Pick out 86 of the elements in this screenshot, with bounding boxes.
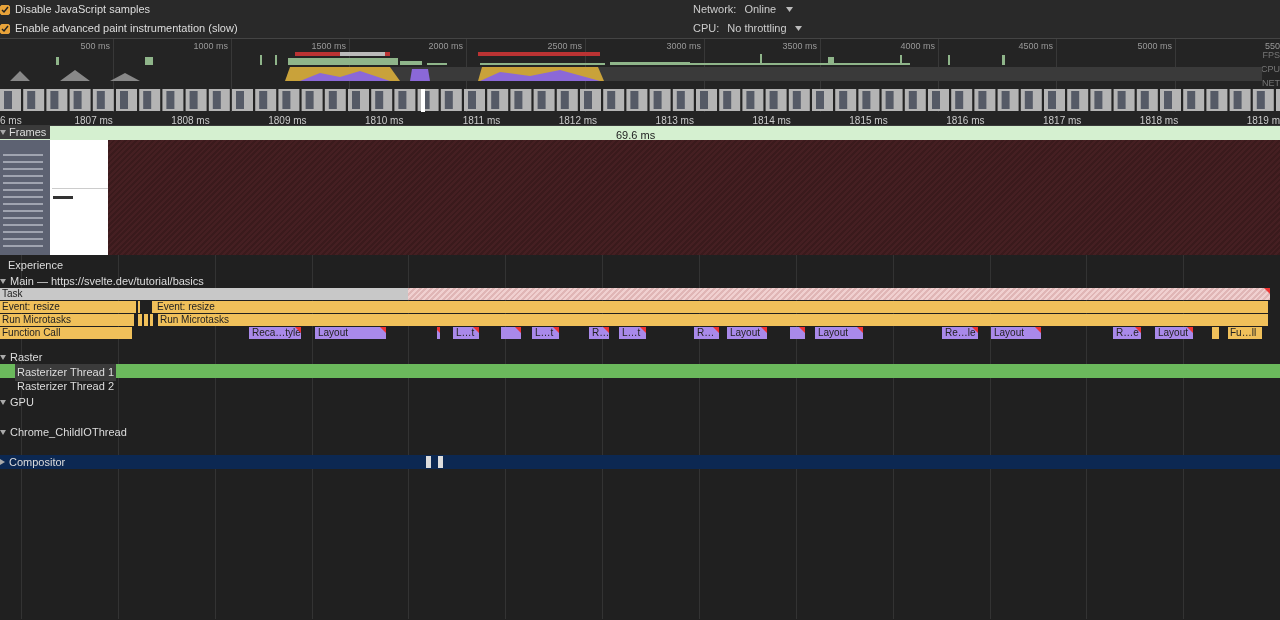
layout-bar[interactable]: R…: [694, 327, 719, 339]
frame-duration: 69.6 ms: [616, 128, 656, 143]
event-bar[interactable]: Function Call: [0, 327, 132, 339]
time-tick: 4000 ms: [900, 40, 935, 53]
checkbox[interactable]: [0, 4, 10, 15]
layout-bar[interactable]: [790, 327, 805, 339]
time-tick: 2500 ms: [547, 40, 582, 53]
time-label: 1810 ms: [365, 114, 404, 128]
time-tick: 3000 ms: [666, 40, 701, 53]
event-bar: [438, 456, 443, 468]
task-bar[interactable]: Task: [0, 288, 408, 300]
lane-label: CPU: [1261, 64, 1280, 74]
time-tick: 1000 ms: [193, 40, 228, 53]
expand-arrow-icon[interactable]: [0, 459, 5, 465]
layout-bar[interactable]: Layout: [815, 327, 863, 339]
layout-bar[interactable]: R…e: [1113, 327, 1141, 339]
time-label: 1817 ms: [1043, 114, 1082, 128]
event-bar[interactable]: Fu…ll: [1228, 327, 1262, 339]
checkbox[interactable]: [0, 23, 10, 34]
time-label: 1807 ms: [74, 114, 113, 128]
event-bar[interactable]: Run Microtasks: [0, 314, 134, 326]
time-label: 1811 ms: [462, 114, 501, 128]
checkbox-label: Enable advanced paint instrumentation (slow): [15, 21, 238, 37]
time-label: 1818 ms: [1139, 114, 1179, 128]
dropdown-value[interactable]: No throttling: [727, 20, 787, 37]
time-tick: 550: [1264, 40, 1280, 52]
event-bar[interactable]: [152, 301, 155, 313]
time-label: 1816 ms: [946, 114, 985, 128]
time-label: 1813 ms: [655, 114, 694, 128]
dropdown-value[interactable]: Online: [744, 1, 779, 18]
track-label: Main — https://svelte.dev/tutorial/basics: [10, 274, 204, 288]
time-label: 1815 ms: [849, 114, 888, 128]
layout-bar[interactable]: [501, 327, 521, 339]
layout-bar[interactable]: Re…le: [942, 327, 978, 339]
event-bar[interactable]: [150, 314, 153, 326]
time-tick: 5000 ms: [1137, 40, 1172, 53]
layout-bar[interactable]: [437, 327, 440, 339]
caret-icon: [786, 7, 794, 12]
lane-label: FPS: [1262, 50, 1280, 60]
event-bar[interactable]: [1212, 327, 1219, 339]
track-label: GPU: [10, 395, 34, 409]
event-bar[interactable]: Run Microtasks: [158, 314, 1268, 326]
event-bar[interactable]: [138, 314, 142, 326]
track-label: Chrome_ChildIOThread: [10, 425, 127, 439]
track-label: Experience: [8, 258, 64, 272]
layout-bar[interactable]: Reca…tyle: [249, 327, 301, 339]
track-label: Raster: [10, 350, 43, 364]
event-bar[interactable]: [144, 314, 148, 326]
event-bar: [426, 456, 431, 468]
caret-icon: [794, 26, 802, 31]
layout-bar[interactable]: L…t: [453, 327, 479, 339]
collapse-arrow-icon[interactable]: [0, 399, 6, 405]
layout-bar[interactable]: Layout: [727, 327, 767, 339]
time-label: 1809 ms: [268, 114, 307, 128]
dropdown-label: Network:: [693, 2, 737, 18]
time-tick: 1500 ms: [311, 40, 346, 53]
thread-label: Rasterizer Thread 1: [15, 364, 116, 381]
time-label: 6 ms: [0, 114, 22, 128]
time-tick: 2000 ms: [428, 40, 463, 53]
time-label: 1808 ms: [171, 114, 210, 128]
track-label: Compositor: [9, 454, 66, 470]
event-bar[interactable]: Event: resize: [0, 301, 136, 313]
time-label: 1814 ms: [752, 114, 791, 128]
layout-bar[interactable]: Layout: [1155, 327, 1193, 339]
collapse-arrow-icon[interactable]: [0, 130, 6, 135]
layout-bar[interactable]: Layout: [315, 327, 386, 339]
layout-bar[interactable]: R…: [589, 327, 609, 339]
time-tick: 3500 ms: [782, 40, 817, 53]
checkbox-label: Disable JavaScript samples: [15, 2, 151, 18]
time-label: 1812 ms: [558, 114, 598, 128]
layout-bar[interactable]: Layout: [991, 327, 1041, 339]
collapse-arrow-icon[interactable]: [0, 278, 6, 284]
layout-bar[interactable]: L…t: [619, 327, 646, 339]
compositor-track[interactable]: Compositor: [0, 455, 1280, 469]
track-label: Frames: [9, 126, 47, 139]
time-label: 1819 m: [1246, 114, 1280, 128]
layout-bar[interactable]: L…t: [532, 327, 559, 339]
time-tick: 4500 ms: [1018, 40, 1053, 53]
lane-label: NET: [1262, 78, 1280, 88]
idle-bar[interactable]: [408, 288, 1270, 300]
thread-label: Rasterizer Thread 2: [16, 379, 115, 394]
dropdown-label: CPU:: [693, 21, 720, 37]
time-tick: 500 ms: [80, 40, 110, 53]
event-bar[interactable]: Event: resize: [155, 301, 1268, 313]
collapse-arrow-icon[interactable]: [0, 429, 6, 435]
collapse-arrow-icon[interactable]: [0, 354, 6, 360]
